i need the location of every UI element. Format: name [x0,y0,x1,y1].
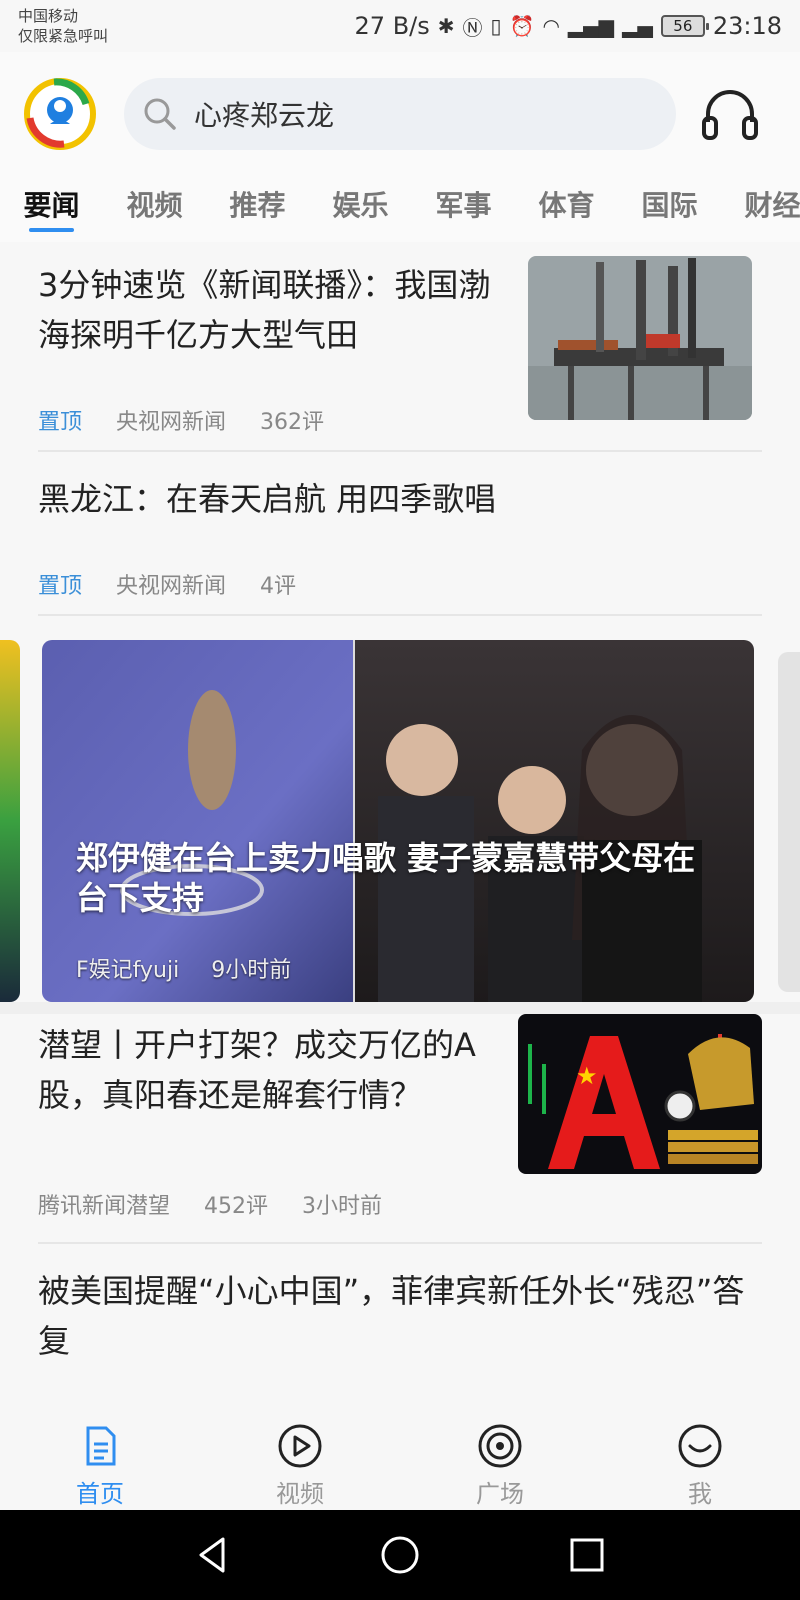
section-separator [0,1002,800,1014]
news-meta-2: 置顶 央视网新闻 4评 [38,568,296,600]
news-thumbnail-oil-rig[interactable] [528,256,752,420]
tab-entertainment[interactable]: 娱乐 [309,180,412,240]
news-source: 腾讯新闻潜望 [38,1194,171,1219]
pinned-badge: 置顶 [38,410,83,435]
signal-2-icon: ▂▄ [622,14,653,38]
nav-video-label: 视频 [276,1480,324,1508]
oil-rig-image [528,256,752,420]
carrier-info: 中国移动 仅限紧急呼叫 [18,6,108,46]
banner-image [42,640,754,1002]
tab-video[interactable]: 视频 [103,180,206,240]
nav-me[interactable]: 我 [600,1410,800,1510]
system-navigation-bar [0,1510,800,1600]
divider [38,450,762,452]
nav-plaza-label: 广场 [476,1480,524,1508]
app-logo-icon[interactable] [24,78,96,150]
search-text: 心疼郑云龙 [194,99,335,132]
app-header: 心疼郑云龙 要闻 视频 推荐 娱乐 军事 体育 国际 财经 [0,52,800,242]
a-share-image: ★ [518,1014,762,1174]
wifi-icon: ◠ [542,14,560,38]
back-icon[interactable] [191,1533,235,1577]
channel-tabs: 要闻 视频 推荐 娱乐 军事 体育 国际 财经 [0,180,800,240]
carousel-banner[interactable]: 郑伊健在台上卖力唱歌 妻子蒙嘉慧带父母在台下支持 F娱记fyuji 9小时前 [42,640,754,1002]
divider [38,1242,762,1244]
headphone-icon[interactable] [698,82,762,146]
plaza-icon [478,1424,522,1468]
news-thumbnail-a-share[interactable]: ★ [518,1014,762,1174]
divider [38,614,762,616]
tab-news[interactable]: 要闻 [0,180,103,240]
nfc-icon: Ⓝ [462,15,483,40]
nav-plaza[interactable]: 广场 [400,1410,600,1510]
carrier-name: 中国移动 [18,7,79,25]
news-meta-1: 置顶 央视网新闻 362评 [38,404,324,436]
news-title: 3分钟速览《新闻联播》：我国渤海探明千亿方大型气田 [38,266,491,354]
nav-home-label: 首页 [76,1480,124,1508]
carousel-next-card[interactable] [778,652,800,992]
tab-sports[interactable]: 体育 [515,180,618,240]
status-bar: 中国移动 仅限紧急呼叫 27 B/s ✱ Ⓝ ▯ ⏰ ◠ ▂▄▆ ▂▄ 56 2… [0,0,800,52]
news-title: 潜望丨开户打架？成交万亿的A股，真阳春还是解套行情？ [38,1026,476,1114]
banner-title: 郑伊健在台上卖力唱歌 妻子蒙嘉慧带父母在台下支持 [76,839,696,917]
battery-indicator: 56 [660,15,709,37]
news-item-4[interactable]: 被美国提醒“小心中国”，菲律宾新任外长“残忍”答复 [38,1266,762,1366]
comment-count: 452评 [204,1194,269,1219]
bluetooth-icon: ✱ [437,14,455,38]
nav-home[interactable]: 首页 [0,1410,200,1510]
nav-video[interactable]: 视频 [200,1410,400,1510]
signal-icon: ▂▄▆ [567,14,615,38]
recents-icon[interactable] [565,1533,609,1577]
carrier-status: 仅限紧急呼叫 [18,27,109,45]
vibrate-icon: ▯ [490,14,502,38]
home-circle-icon[interactable] [378,1533,422,1577]
play-icon [278,1424,322,1468]
search-bar[interactable]: 心疼郑云龙 [124,78,676,150]
news-feed: 3分钟速览《新闻联播》：我国渤海探明千亿方大型气田 置顶 央视网新闻 362评 … [0,242,800,1422]
news-source: 央视网新闻 [116,574,227,599]
tab-recommend[interactable]: 推荐 [206,180,309,240]
news-title: 被美国提醒“小心中国”，菲律宾新任外长“残忍”答复 [38,1272,745,1360]
comment-count: 4评 [260,574,297,599]
status-icons: 27 B/s ✱ Ⓝ ▯ ⏰ ◠ ▂▄▆ ▂▄ 56 23:18 [355,10,782,42]
bottom-navigation: 首页 视频 广场 我 [0,1410,800,1510]
tab-finance[interactable]: 财经 [721,180,800,240]
publish-time: 3小时前 [302,1194,383,1219]
pinned-badge: 置顶 [38,574,83,599]
clock: 23:18 [712,12,782,40]
banner-time: 9小时前 [211,958,292,983]
home-icon [86,1426,116,1466]
smile-icon [678,1424,722,1468]
news-item-3[interactable]: 潜望丨开户打架？成交万亿的A股，真阳春还是解套行情？ [38,1020,478,1120]
banner-source: F娱记fyuji [76,958,180,983]
tab-international[interactable]: 国际 [618,180,721,240]
news-title: 黑龙江：在春天启航 用四季歌唱 [38,480,497,518]
news-meta-3: 腾讯新闻潜望 452评 3小时前 [38,1188,382,1220]
search-icon [144,98,176,130]
alarm-icon: ⏰ [509,14,535,38]
news-item-2[interactable]: 黑龙江：在春天启航 用四季歌唱 [38,474,762,524]
news-source: 央视网新闻 [116,410,227,435]
carousel-prev-card[interactable] [0,640,20,1002]
news-item-1[interactable]: 3分钟速览《新闻联播》：我国渤海探明千亿方大型气田 [38,260,498,360]
comment-count: 362评 [260,410,325,435]
net-speed: 27 B/s [354,12,430,40]
banner-meta: F娱记fyuji 9小时前 [76,952,291,984]
tab-military[interactable]: 军事 [412,180,515,240]
nav-me-label: 我 [688,1480,712,1508]
svg-text:★: ★ [576,1062,598,1090]
